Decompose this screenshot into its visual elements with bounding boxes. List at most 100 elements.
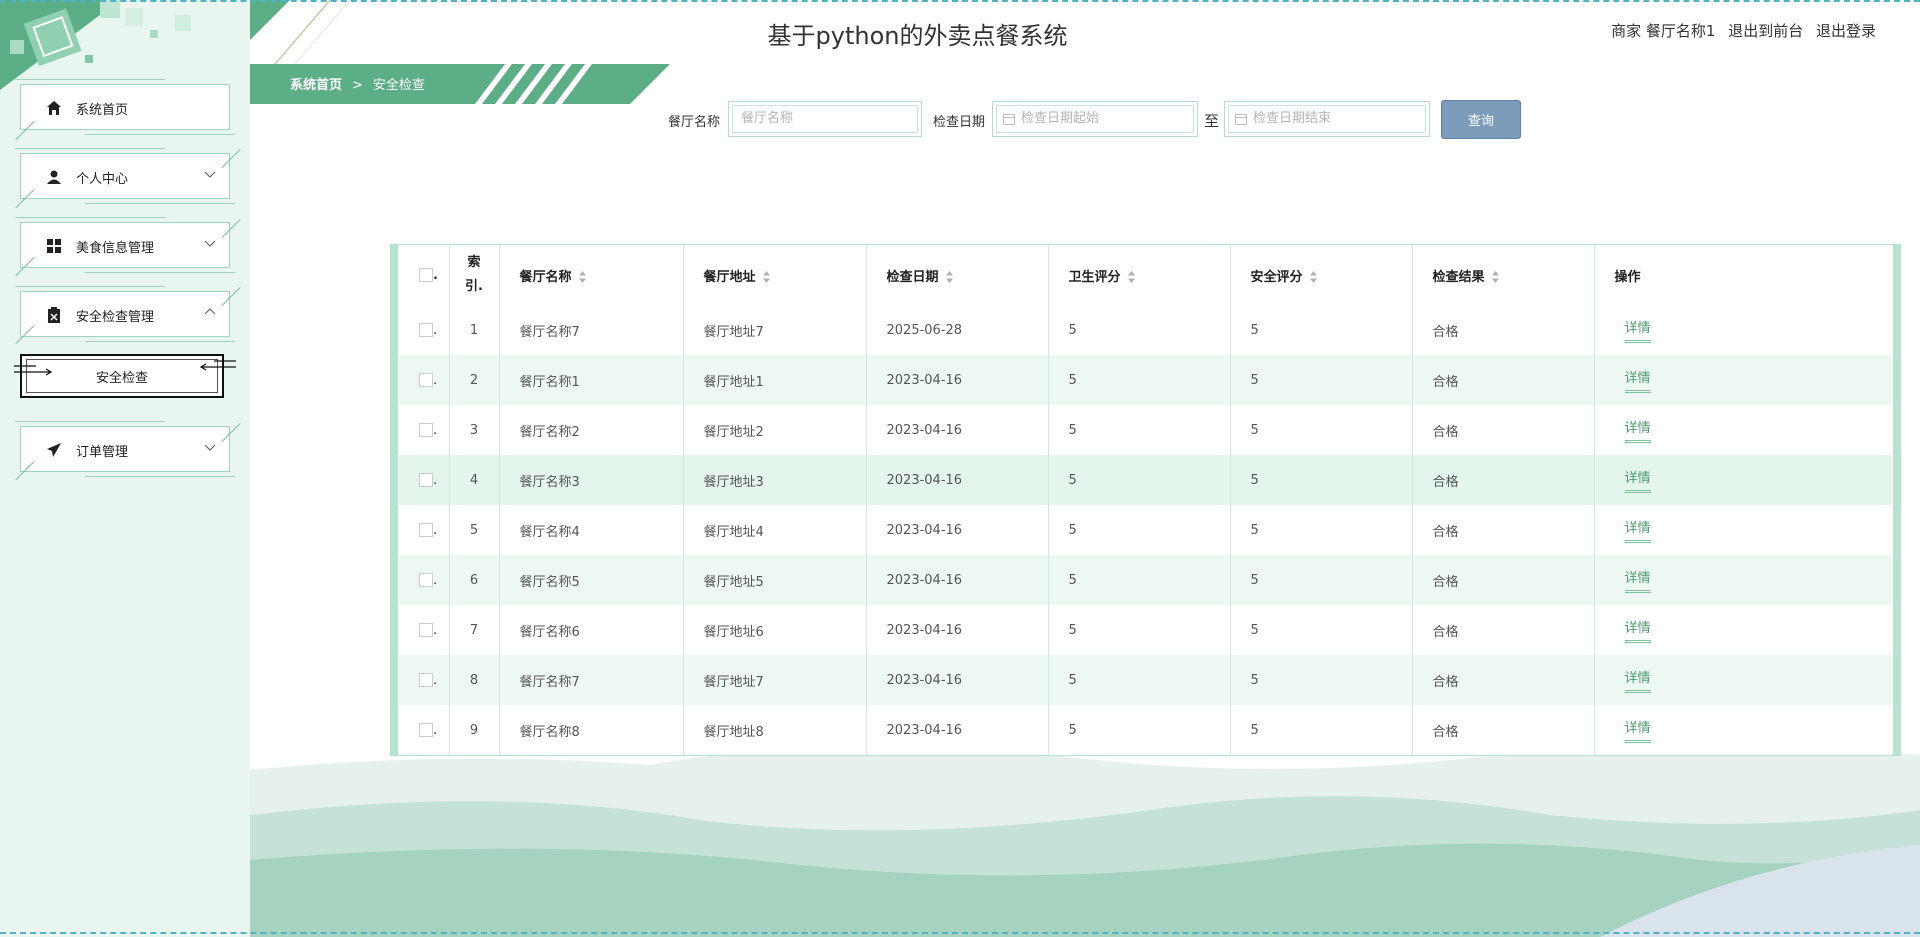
restaurant-name-cell: 餐厅名称2 bbox=[499, 405, 684, 455]
date-end-field[interactable] bbox=[1224, 101, 1430, 137]
row-checkbox[interactable] bbox=[419, 573, 433, 587]
date-end-input[interactable] bbox=[1251, 110, 1405, 127]
arrows-right-icon bbox=[200, 360, 236, 371]
table-row: . 4 餐厅名称3 餐厅地址3 2023-04-16 5 5 合格 详情 bbox=[399, 455, 1892, 505]
restaurant-name-field[interactable] bbox=[728, 101, 922, 137]
address-header[interactable]: 餐厅地址 bbox=[683, 245, 867, 305]
sidebar-item-food-info[interactable]: 美食信息管理 bbox=[15, 217, 235, 273]
detail-link[interactable]: 详情 bbox=[1624, 417, 1651, 443]
inspection-result-cell: 合格 bbox=[1412, 605, 1595, 655]
logout-link[interactable]: 退出登录 bbox=[1816, 22, 1876, 40]
row-checkbox[interactable] bbox=[419, 473, 433, 487]
row-select-cell[interactable]: . bbox=[399, 705, 450, 755]
exit-to-front-link[interactable]: 退出到前台 bbox=[1728, 22, 1803, 40]
detail-link[interactable]: 详情 bbox=[1624, 667, 1651, 693]
sidebar-item-label: 个人中心 bbox=[76, 172, 129, 187]
restaurant-address-cell: 餐厅地址1 bbox=[683, 355, 867, 405]
row-checkbox[interactable] bbox=[419, 323, 433, 337]
detail-link[interactable]: 详情 bbox=[1624, 317, 1651, 343]
restaurant-name-cell: 餐厅名称8 bbox=[499, 705, 684, 755]
hygiene-score-cell: 5 bbox=[1048, 655, 1231, 705]
row-checkbox[interactable] bbox=[419, 373, 433, 387]
inspection-result-cell: 合格 bbox=[1412, 655, 1595, 705]
sort-icon[interactable] bbox=[1127, 270, 1136, 284]
safety-score-cell: 5 bbox=[1230, 305, 1413, 355]
actions-cell: 详情 bbox=[1594, 305, 1892, 355]
sidebar-item-label: 订单管理 bbox=[76, 445, 129, 460]
row-select-cell[interactable]: . bbox=[399, 455, 450, 505]
restaurant-name-cell: 餐厅名称7 bbox=[499, 305, 684, 355]
page-title: 基于python的外卖点餐系统 bbox=[767, 22, 1068, 50]
safety-score-cell: 5 bbox=[1230, 355, 1413, 405]
date-range-to-label: 至 bbox=[1204, 112, 1220, 130]
detail-link[interactable]: 详情 bbox=[1624, 567, 1651, 593]
row-select-cell[interactable]: . bbox=[399, 305, 450, 355]
row-select-cell[interactable]: . bbox=[399, 555, 450, 605]
table-row: . 1 餐厅名称7 餐厅地址7 2025-06-28 5 5 合格 详情 bbox=[399, 305, 1892, 355]
query-button[interactable]: 查询 bbox=[1441, 100, 1521, 139]
inspection-result-cell: 合格 bbox=[1412, 705, 1595, 755]
date-start-input[interactable] bbox=[1019, 110, 1173, 127]
row-checkbox[interactable] bbox=[419, 673, 433, 687]
row-checkbox[interactable] bbox=[419, 423, 433, 437]
table-row: . 5 餐厅名称4 餐厅地址4 2023-04-16 5 5 合格 详情 bbox=[399, 505, 1892, 555]
restaurant-name-input[interactable] bbox=[739, 110, 893, 127]
hygiene-score-cell: 5 bbox=[1048, 305, 1231, 355]
breadcrumb-home[interactable]: 系统首页 bbox=[290, 78, 342, 93]
row-select-cell[interactable]: . bbox=[399, 605, 450, 655]
safety-score-header[interactable]: 安全评分 bbox=[1230, 245, 1413, 305]
chevron-down-icon bbox=[204, 171, 216, 178]
sidebar-item-label: 美食信息管理 bbox=[76, 241, 155, 256]
breadcrumb-separator: > bbox=[352, 78, 363, 93]
detail-link[interactable]: 详情 bbox=[1624, 717, 1651, 743]
hygiene-score-header[interactable]: 卫生评分 bbox=[1048, 245, 1231, 305]
inspection-date-cell: 2023-04-16 bbox=[866, 655, 1049, 705]
clipboard-icon bbox=[48, 307, 60, 323]
sort-icon[interactable] bbox=[1491, 270, 1500, 284]
restaurant-address-cell: 餐厅地址7 bbox=[683, 655, 867, 705]
select-all-checkbox[interactable] bbox=[419, 268, 433, 282]
actions-header: 操作 bbox=[1614, 269, 1641, 285]
row-checkbox[interactable] bbox=[419, 623, 433, 637]
breadcrumb-current: 安全检查 bbox=[372, 78, 425, 93]
inspection-result-cell: 合格 bbox=[1412, 405, 1595, 455]
sidebar-item-orders[interactable]: 订单管理 bbox=[15, 421, 235, 477]
restaurant-name-cell: 餐厅名称1 bbox=[499, 355, 684, 405]
calendar-icon bbox=[1235, 114, 1247, 125]
actions-cell: 详情 bbox=[1594, 405, 1892, 455]
row-index: 4 bbox=[449, 455, 500, 505]
inspection-result-cell: 合格 bbox=[1412, 305, 1595, 355]
sidebar-item-safety-inspection[interactable]: 安全检查管理 bbox=[15, 286, 235, 342]
inspection-date-cell: 2023-04-16 bbox=[866, 555, 1049, 605]
detail-link[interactable]: 详情 bbox=[1624, 367, 1651, 393]
inspection-result-cell: 合格 bbox=[1412, 455, 1595, 505]
sort-icon[interactable] bbox=[578, 270, 587, 284]
row-index: 9 bbox=[449, 705, 500, 755]
sort-icon[interactable] bbox=[1309, 270, 1318, 284]
restaurant-address-cell: 餐厅地址6 bbox=[683, 605, 867, 655]
table-row: . 6 餐厅名称5 餐厅地址5 2023-04-16 5 5 合格 详情 bbox=[399, 555, 1892, 605]
sidebar-item-home[interactable]: 系统首页 bbox=[15, 79, 235, 135]
result-header[interactable]: 检查结果 bbox=[1412, 245, 1595, 305]
actions-cell: 详情 bbox=[1594, 505, 1892, 555]
detail-link[interactable]: 详情 bbox=[1624, 467, 1651, 493]
sidebar-item-personal-center[interactable]: 个人中心 bbox=[15, 148, 235, 204]
date-start-field[interactable] bbox=[992, 101, 1198, 137]
row-checkbox[interactable] bbox=[419, 723, 433, 737]
select-all-header[interactable]: . bbox=[399, 245, 450, 305]
send-icon bbox=[47, 443, 61, 457]
detail-link[interactable]: 详情 bbox=[1624, 517, 1651, 543]
row-select-cell[interactable]: . bbox=[399, 655, 450, 705]
person-icon bbox=[47, 170, 61, 184]
row-checkbox[interactable] bbox=[419, 523, 433, 537]
name-header[interactable]: 餐厅名称 bbox=[499, 245, 684, 305]
detail-link[interactable]: 详情 bbox=[1624, 617, 1651, 643]
row-index: 2 bbox=[449, 355, 500, 405]
row-select-cell[interactable]: . bbox=[399, 405, 450, 455]
row-select-cell[interactable]: . bbox=[399, 355, 450, 405]
row-select-cell[interactable]: . bbox=[399, 505, 450, 555]
sort-icon[interactable] bbox=[762, 270, 771, 284]
chevron-down-icon bbox=[204, 444, 216, 451]
date-header[interactable]: 检查日期 bbox=[866, 245, 1049, 305]
sort-icon[interactable] bbox=[945, 270, 954, 284]
